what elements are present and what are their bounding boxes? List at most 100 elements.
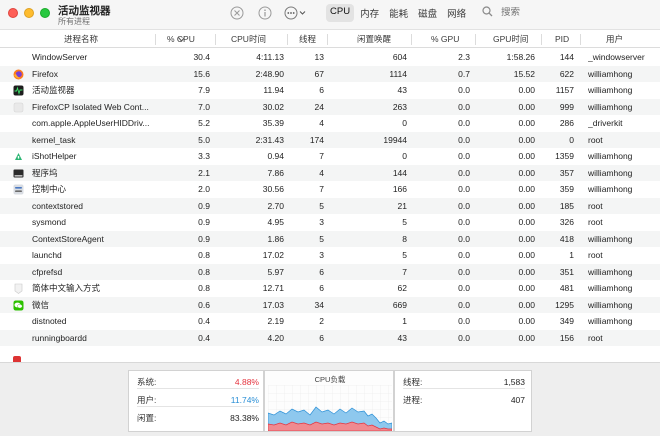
view-tabs: CPU 内存 能耗 磁盘 网络 (326, 4, 470, 22)
cpu-percent-cell: 7.9 (198, 85, 210, 95)
table-row[interactable]: ContextStoreAgent 0.9 1.86 5 8 0.0 0.00 418 will… (0, 230, 660, 247)
cpu-time-cell: 2.70 (267, 200, 284, 211)
thread-count-cell: 13 (314, 52, 324, 62)
user-cell: root (588, 134, 603, 145)
table-row[interactable]: runningboardd 0.4 4.20 6 43 0.0 0.00 156 root (0, 329, 660, 346)
gpu-time-cell: 0.00 (518, 316, 535, 326)
thread-count-cell: 5 (319, 233, 324, 244)
pid-cell: 326 (559, 217, 574, 227)
thread-count-cell: 174 (309, 134, 324, 145)
pid-cell: 1295 (555, 299, 574, 310)
column-header-threads[interactable]: 线程 (299, 31, 316, 48)
thread-count-cell: 2 (319, 316, 324, 326)
user-cell: root (588, 217, 603, 227)
table-row[interactable]: 微信 0.6 17.03 34 669 0.0 0.00 1295 williamhong (0, 296, 660, 313)
idle-wakeups-cell: 7 (402, 266, 407, 277)
gpu-time-cell: 0.00 (518, 118, 535, 128)
tab-network[interactable]: 网络 (443, 4, 470, 22)
process-count-box: 线程: 1,583 进程: 407 (394, 370, 532, 432)
cpu-percent-cell: 0.9 (198, 217, 210, 227)
gpu-time-cell: 0.00 (518, 266, 535, 277)
pid-cell: 999 (559, 101, 574, 112)
stop-process-icon[interactable] (228, 5, 246, 21)
gpu-time-cell: 0.00 (518, 101, 535, 112)
pid-cell: 144 (559, 52, 574, 62)
gpu-percent-cell: 0.0 (458, 283, 470, 293)
cpu-usage-box: 系统: 4.88% 用户: 11.74% 闲置: 83.38% (128, 370, 264, 432)
thread-count-cell: 6 (319, 85, 324, 95)
column-header-process-name[interactable]: 进程名称 (64, 31, 98, 48)
control-center-icon (13, 184, 24, 195)
zoom-window-button[interactable] (40, 8, 50, 18)
column-header-gpu-time[interactable]: GPU时间 (493, 31, 528, 48)
gpu-time-cell: 0.00 (518, 184, 535, 194)
cpu-percent-cell: 0.8 (198, 250, 210, 260)
table-row[interactable]: distnoted 0.4 2.19 2 1 0.0 0.00 349 williamhong (0, 313, 660, 330)
pid-cell: 481 (559, 283, 574, 293)
gpu-percent-cell: 0.0 (458, 184, 470, 194)
cpu-time-cell: 5.97 (267, 266, 284, 277)
process-name-cell: com.apple.AppleUserHIDDriv... (32, 118, 150, 128)
column-header-cpu-time[interactable]: CPU时间 (231, 31, 266, 48)
user-usage-row: 用户: 11.74% (137, 393, 259, 407)
cpu-time-cell: 0.94 (267, 151, 284, 161)
table-row[interactable]: FirefoxCP Isolated Web Cont... 7.0 30.02 24… (0, 98, 660, 115)
search-field[interactable] (476, 3, 654, 22)
table-row[interactable]: launchd 0.8 17.02 3 5 0.0 0.00 1 root (0, 247, 660, 264)
thread-count-cell: 6 (319, 332, 324, 343)
user-cell: williamhong (588, 233, 633, 244)
pid-cell: 351 (559, 266, 574, 277)
tab-memory[interactable]: 内存 (356, 4, 383, 22)
cpu-time-cell: 1.86 (267, 233, 284, 244)
idle-wakeups-cell: 1 (402, 316, 407, 326)
pid-cell: 622 (559, 68, 574, 79)
column-header-user[interactable]: 用户 (606, 31, 623, 48)
cpu-load-graph: CPU负载 (264, 370, 394, 432)
pid-cell: 418 (559, 233, 574, 244)
cpu-time-cell: 4.20 (267, 332, 284, 343)
cpu-time-cell: 2:48.90 (255, 68, 284, 79)
table-row[interactable]: kernel_task 5.0 2:31.43 174 19944 0.0 0.00 0 roo… (0, 131, 660, 148)
minimize-window-button[interactable] (24, 8, 34, 18)
column-header-pid[interactable]: PID (555, 31, 569, 48)
app-subtitle: 所有进程 (58, 17, 90, 26)
column-header-idle-wakeups[interactable]: 闲置唤醒 (357, 31, 391, 48)
table-row[interactable]: 简体中文输入方式 0.8 12.71 6 62 0.0 0.00 481 williamhong (0, 280, 660, 297)
table-row[interactable]: WindowServer 30.4 4:11.13 13 604 2.3 1:58.26 14… (0, 49, 660, 66)
table-row[interactable]: Firefox 15.6 2:48.90 67 1114 0.7 15.52 622 willi… (0, 65, 660, 82)
idle-label: 闲置: (137, 413, 157, 423)
cpu-percent-cell: 0.4 (198, 332, 210, 343)
gpu-percent-cell: 0.0 (458, 233, 470, 244)
pid-cell: 0 (569, 134, 574, 145)
user-cell: williamhong (588, 184, 633, 194)
threads-value: 1,583 (503, 377, 525, 387)
table-row[interactable]: 控制中心 2.0 30.56 7 166 0.0 0.00 359 williamhong (0, 181, 660, 198)
tab-cpu[interactable]: CPU (326, 4, 355, 22)
process-name-cell: 微信 (32, 299, 50, 310)
generic-process-icon (13, 102, 24, 113)
cpu-time-cell: 4:11.13 (256, 52, 284, 62)
idle-wakeups-cell: 0 (402, 151, 407, 161)
process-name-cell: 控制中心 (32, 184, 67, 194)
table-row[interactable]: com.apple.AppleUserHIDDriv... 5.2 35.39 4 0 0… (0, 115, 660, 132)
column-header-gpu[interactable]: % GPU (431, 31, 459, 48)
table-row[interactable]: contextstored 0.9 2.70 5 21 0.0 0.00 185 root (0, 197, 660, 214)
table-row[interactable]: sysmond 0.9 4.95 3 5 0.0 0.00 326 root (0, 214, 660, 231)
tab-energy[interactable]: 能耗 (385, 4, 412, 22)
system-usage-label: 系统: (137, 377, 157, 387)
table-row[interactable]: iShotHelper 3.3 0.94 7 0 0.0 0.00 1359 williamho… (0, 148, 660, 165)
cpu-percent-cell: 30.4 (193, 52, 210, 62)
user-cell: williamhong (588, 101, 633, 112)
info-icon[interactable] (256, 5, 274, 21)
tab-disk[interactable]: 磁盘 (414, 4, 441, 22)
cpu-percent-cell: 3.3 (198, 151, 210, 161)
gpu-percent-cell: 0.0 (458, 332, 470, 343)
table-row[interactable]: cfprefsd 0.8 5.97 6 7 0.0 0.00 351 williamhong (0, 263, 660, 280)
table-row[interactable]: 程序坞 2.1 7.86 4 144 0.0 0.00 357 williamhong (0, 164, 660, 181)
close-window-button[interactable] (8, 8, 18, 18)
user-cell: williamhong (588, 299, 633, 310)
table-row[interactable]: 活动监视器 7.9 11.94 6 43 0.0 0.00 1157 williamhong (0, 82, 660, 99)
idle-value: 83.38% (230, 413, 259, 423)
more-actions-icon[interactable] (284, 5, 308, 21)
search-input[interactable] (501, 7, 641, 18)
